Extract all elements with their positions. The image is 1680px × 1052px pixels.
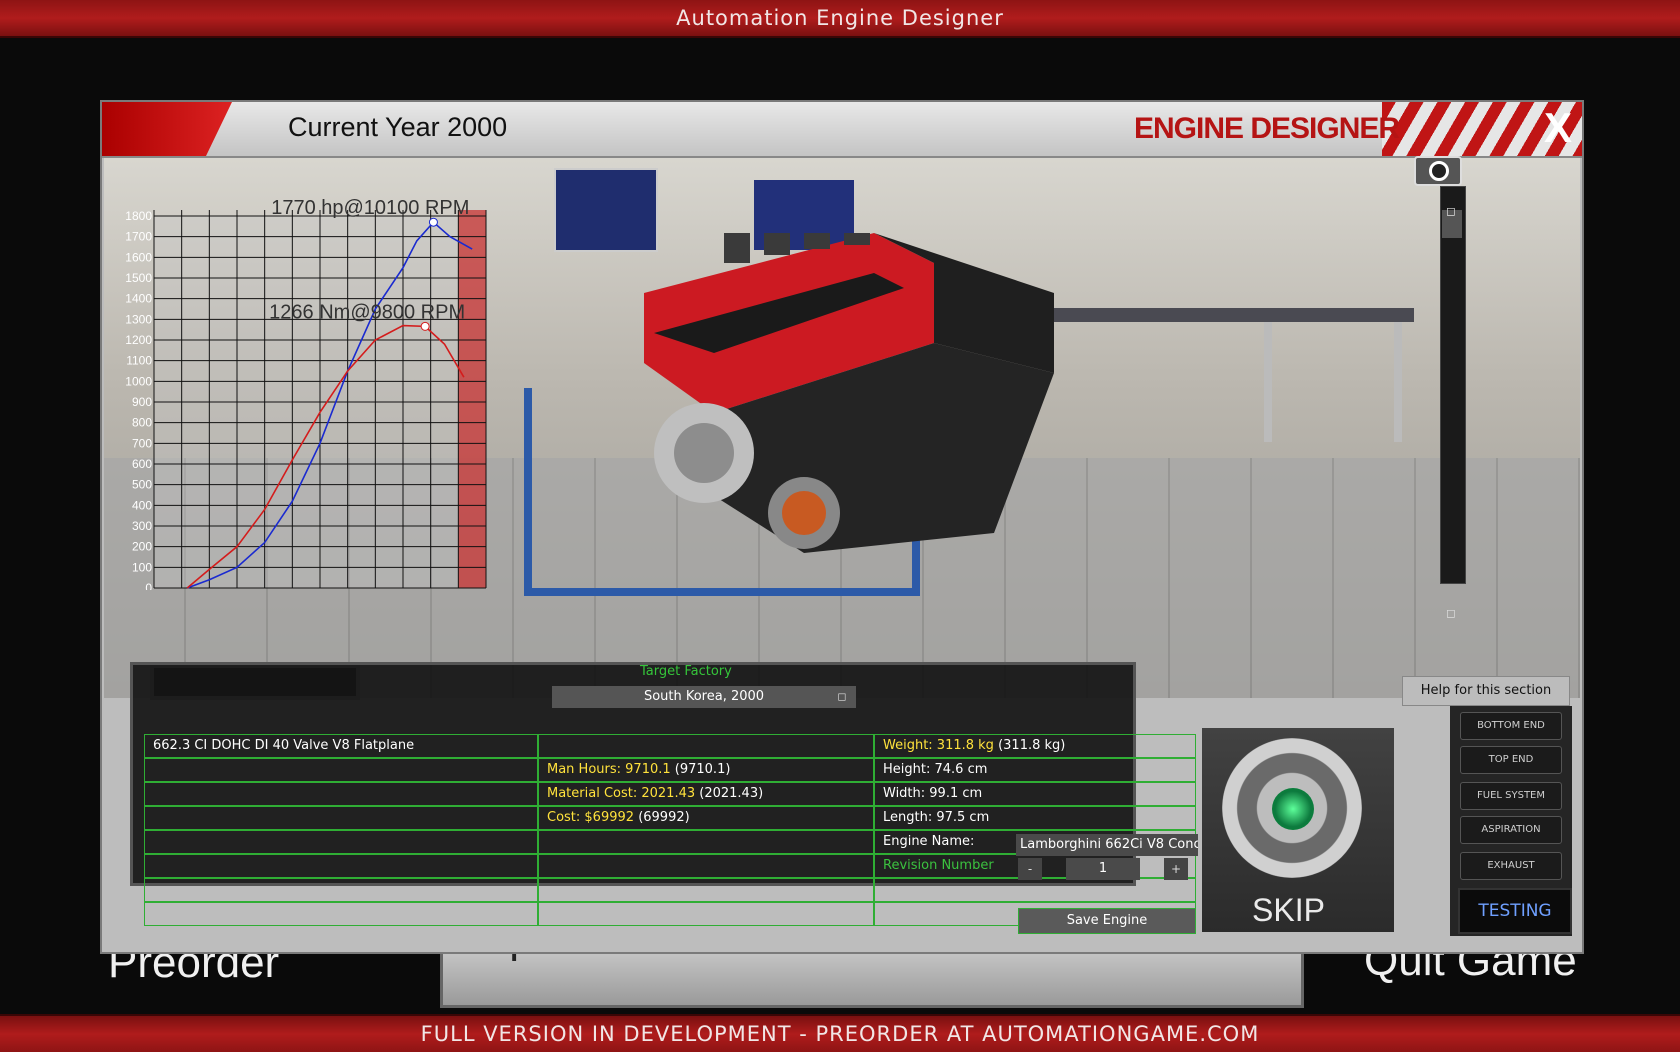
empty-cell xyxy=(538,878,874,902)
weight-cell: Weight: 311.8 kg (311.8 kg) xyxy=(874,734,1196,758)
man-hours-label: Man Hours: 9710.1 xyxy=(547,762,671,777)
empty-cell xyxy=(538,830,874,854)
material-cost-cell: Material Cost: 2021.43 (2021.43) xyxy=(538,782,874,806)
weight-paren: (311.8 kg) xyxy=(998,738,1066,753)
redline-zone xyxy=(458,210,486,588)
chart-y-tick: 1200 xyxy=(125,333,152,347)
target-factory-label: Target Factory xyxy=(640,664,732,679)
chart-y-tick: 200 xyxy=(132,540,152,554)
chart-y-tick: 0 xyxy=(145,581,152,590)
revision-number-input[interactable]: 1 xyxy=(1066,858,1140,880)
scroll-up-button[interactable]: ◻ xyxy=(1442,202,1460,220)
material-cost-label: Material Cost: 2021.43 xyxy=(547,786,696,801)
current-year-label: Current Year 2000 xyxy=(288,112,508,142)
length-value: Length: 97.5 cm xyxy=(874,806,1196,830)
footer-banner: FULL VERSION IN DEVELOPMENT - PREORDER A… xyxy=(0,1014,1680,1052)
nav-testing[interactable]: TESTING xyxy=(1458,888,1572,934)
chart-y-tick: 1300 xyxy=(125,312,152,326)
save-engine-button[interactable]: Save Engine xyxy=(1018,908,1196,934)
chevron-down-icon[interactable]: ◻ xyxy=(832,686,852,708)
chart-y-tick: 800 xyxy=(132,416,152,430)
window-title: ENGINE DESIGNER xyxy=(1134,112,1400,145)
chart-y-tick: 600 xyxy=(132,457,152,471)
width-value: Width: 99.1 cm xyxy=(874,782,1196,806)
torque-peak-marker xyxy=(420,321,430,331)
engine-description: 662.3 CI DOHC DI 40 Valve V8 Flatplane xyxy=(144,734,538,758)
empty-cell xyxy=(144,830,538,854)
chart-y-tick: 700 xyxy=(132,436,152,450)
target-factory-select[interactable]: South Korea, 2000 xyxy=(552,686,856,708)
chart-y-tick: 1800 xyxy=(125,209,152,223)
man-hours-cell: Man Hours: 9710.1 (9710.1) xyxy=(538,758,874,782)
help-section-button[interactable]: Help for this section xyxy=(1402,676,1570,706)
empty-cell xyxy=(144,878,538,902)
nav-top-end[interactable]: TOP END xyxy=(1460,746,1562,774)
torque-peak-annotation: 1266 Nm@9800 RPM xyxy=(269,301,465,323)
empty-cell xyxy=(874,878,1196,902)
empty-cell xyxy=(144,806,538,830)
empty-cell xyxy=(144,782,538,806)
empty-cell xyxy=(538,902,874,926)
power-torque-chart: 0 100 200 300 400 500 600 700 800 900 1000 1100 1200… xyxy=(100,150,510,636)
cost-cell: Cost: $69992 (69992) xyxy=(538,806,874,830)
empty-cell xyxy=(144,854,538,878)
viewport-scrollbar[interactable] xyxy=(1440,186,1466,584)
revision-increment-button[interactable]: + xyxy=(1164,858,1188,880)
camera-icon[interactable] xyxy=(1414,156,1462,186)
nav-bottom-end[interactable]: BOTTOM END xyxy=(1460,712,1562,740)
nav-exhaust[interactable]: EXHAUST xyxy=(1460,852,1562,880)
chart-y-tick: 1500 xyxy=(125,271,152,285)
workbench-leg xyxy=(1264,322,1272,442)
chart-svg: 0 100 200 300 400 500 600 700 800 900 1000 1100 1200… xyxy=(125,197,493,636)
material-cost-paren: (2021.43) xyxy=(699,786,764,801)
engine-name-input[interactable]: Lamborghini 662Ci V8 Concept xyxy=(1016,834,1198,856)
skip-light-icon[interactable] xyxy=(1272,788,1314,830)
skip-button[interactable]: SKIP xyxy=(1252,892,1325,929)
chart-y-tick: 1700 xyxy=(125,230,152,244)
chart-y-tick: 400 xyxy=(132,498,152,512)
factory-cell xyxy=(538,734,874,758)
chart-y-tick: 1100 xyxy=(126,354,152,368)
chart-y-tick: 1400 xyxy=(125,292,152,306)
power-peak-annotation: 1770 hp@10100 RPM xyxy=(271,197,469,219)
cost-label: Cost: $69992 xyxy=(547,810,635,825)
header-stripe-left xyxy=(102,102,232,156)
scroll-down-button[interactable]: ◻ xyxy=(1442,604,1460,622)
chart-y-tick: 500 xyxy=(132,478,152,492)
nav-aspiration[interactable]: ASPIRATION xyxy=(1460,816,1562,844)
height-value: Height: 74.6 cm xyxy=(874,758,1196,782)
nav-fuel-system[interactable]: FUEL SYSTEM xyxy=(1460,782,1562,810)
chart-y-tick: 1000 xyxy=(125,374,152,388)
engine-model xyxy=(644,233,1054,553)
revision-decrement-button[interactable]: - xyxy=(1018,858,1042,880)
empty-cell xyxy=(538,854,874,878)
power-peak-marker xyxy=(428,217,438,227)
cost-paren: (69992) xyxy=(638,810,690,825)
app-title-bar: Automation Engine Designer xyxy=(0,0,1680,38)
chart-y-tick: 100 xyxy=(132,560,152,574)
close-icon[interactable]: X xyxy=(1544,104,1572,152)
workbench-leg xyxy=(1394,322,1402,442)
chart-y-tick: 900 xyxy=(132,395,152,409)
empty-cell xyxy=(144,758,538,782)
man-hours-paren: (9710.1) xyxy=(674,762,731,777)
chart-y-tick: 300 xyxy=(132,519,152,533)
chart-y-tick: 1600 xyxy=(125,250,152,264)
weight-label: Weight: 311.8 kg xyxy=(883,738,994,753)
empty-cell xyxy=(144,902,538,926)
